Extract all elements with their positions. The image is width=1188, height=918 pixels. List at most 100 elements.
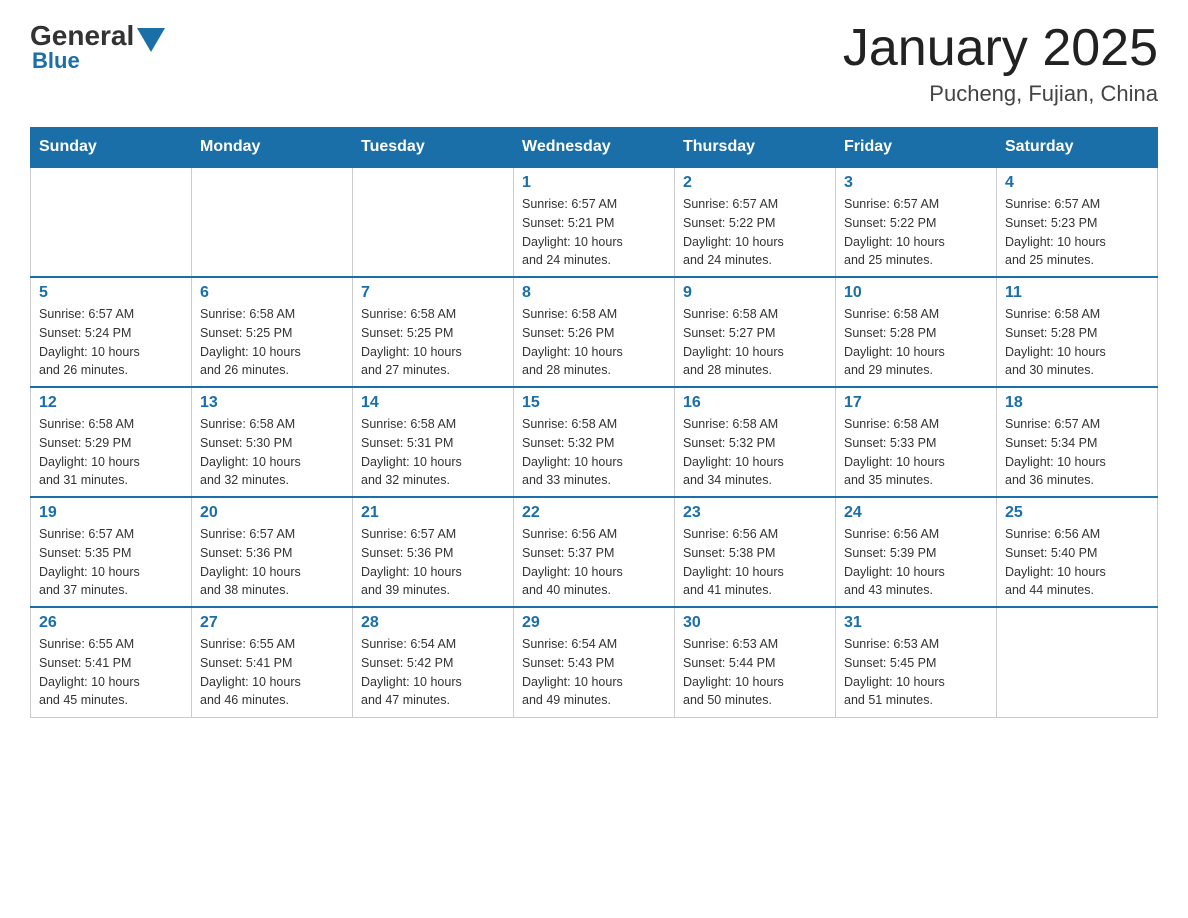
day-number: 7 <box>361 284 505 302</box>
day-info: Sunrise: 6:57 AMSunset: 5:21 PMDaylight:… <box>522 195 666 270</box>
week-row-5: 26 Sunrise: 6:55 AMSunset: 5:41 PMDayligh… <box>31 607 1158 717</box>
day-number: 8 <box>522 284 666 302</box>
day-number: 5 <box>39 284 183 302</box>
day-cell: 18Sunrise: 6:57 AMSunset: 5:34 PMDayligh… <box>997 387 1158 497</box>
day-info: Sunrise: 6:58 AMSunset: 5:25 PMDaylight:… <box>361 305 505 380</box>
logo: General Blue <box>30 20 165 74</box>
day-cell <box>997 607 1158 717</box>
day-info: Sunrise: 6:57 AMSunset: 5:34 PMDaylight:… <box>1005 415 1149 490</box>
day-info: Sunrise: 6:57 AMSunset: 5:22 PMDaylight:… <box>683 195 827 270</box>
day-info: Sunrise: 6:58 AMSunset: 5:32 PMDaylight:… <box>522 415 666 490</box>
day-cell: 17 Sunrise: 6:58 AMSunset: 5:33 PMDayligh… <box>836 387 997 497</box>
day-info: Sunrise: 6:58 AMSunset: 5:32 PMDaylight:… <box>683 415 827 490</box>
day-cell: 15 Sunrise: 6:58 AMSunset: 5:32 PMDayligh… <box>514 387 675 497</box>
logo-text-blue: Blue <box>32 48 165 74</box>
day-number: 11 <box>1005 284 1149 302</box>
day-info: Sunrise: 6:57 AMSunset: 5:23 PMDaylight:… <box>1005 195 1149 270</box>
day-number: 27 <box>200 614 344 632</box>
day-number: 24 <box>844 504 988 522</box>
day-info: Sunrise: 6:58 AMSunset: 5:33 PMDaylight:… <box>844 415 988 490</box>
day-cell: 11 Sunrise: 6:58 AMSunset: 5:28 PMDayligh… <box>997 277 1158 387</box>
week-row-4: 19 Sunrise: 6:57 AMSunset: 5:35 PMDayligh… <box>31 497 1158 607</box>
day-cell <box>192 167 353 277</box>
day-number: 6 <box>200 284 344 302</box>
week-row-2: 5Sunrise: 6:57 AMSunset: 5:24 PMDaylight… <box>31 277 1158 387</box>
day-cell: 28 Sunrise: 6:54 AMSunset: 5:42 PMDayligh… <box>353 607 514 717</box>
day-cell: 26 Sunrise: 6:55 AMSunset: 5:41 PMDayligh… <box>31 607 192 717</box>
day-number: 4 <box>1005 174 1149 192</box>
header-cell-friday: Friday <box>836 128 997 168</box>
day-cell: 30Sunrise: 6:53 AMSunset: 5:44 PMDayligh… <box>675 607 836 717</box>
day-cell <box>353 167 514 277</box>
day-info: Sunrise: 6:56 AMSunset: 5:39 PMDaylight:… <box>844 525 988 600</box>
day-info: Sunrise: 6:57 AMSunset: 5:35 PMDaylight:… <box>39 525 183 600</box>
day-info: Sunrise: 6:58 AMSunset: 5:28 PMDaylight:… <box>1005 305 1149 380</box>
day-cell: 16 Sunrise: 6:58 AMSunset: 5:32 PMDayligh… <box>675 387 836 497</box>
day-info: Sunrise: 6:58 AMSunset: 5:29 PMDaylight:… <box>39 415 183 490</box>
day-info: Sunrise: 6:54 AMSunset: 5:42 PMDaylight:… <box>361 635 505 710</box>
day-number: 10 <box>844 284 988 302</box>
day-number: 19 <box>39 504 183 522</box>
day-number: 14 <box>361 394 505 412</box>
day-info: Sunrise: 6:53 AMSunset: 5:44 PMDaylight:… <box>683 635 827 710</box>
week-row-3: 12 Sunrise: 6:58 AMSunset: 5:29 PMDayligh… <box>31 387 1158 497</box>
header-cell-monday: Monday <box>192 128 353 168</box>
day-cell: 6 Sunrise: 6:58 AMSunset: 5:25 PMDaylight… <box>192 277 353 387</box>
day-cell: 21 Sunrise: 6:57 AMSunset: 5:36 PMDayligh… <box>353 497 514 607</box>
day-info: Sunrise: 6:58 AMSunset: 5:28 PMDaylight:… <box>844 305 988 380</box>
day-number: 23 <box>683 504 827 522</box>
day-cell: 22 Sunrise: 6:56 AMSunset: 5:37 PMDayligh… <box>514 497 675 607</box>
header-cell-sunday: Sunday <box>31 128 192 168</box>
day-cell: 12 Sunrise: 6:58 AMSunset: 5:29 PMDayligh… <box>31 387 192 497</box>
day-info: Sunrise: 6:58 AMSunset: 5:31 PMDaylight:… <box>361 415 505 490</box>
day-info: Sunrise: 6:53 AMSunset: 5:45 PMDaylight:… <box>844 635 988 710</box>
day-cell: 8 Sunrise: 6:58 AMSunset: 5:26 PMDaylight… <box>514 277 675 387</box>
day-cell: 3Sunrise: 6:57 AMSunset: 5:22 PMDaylight… <box>836 167 997 277</box>
day-info: Sunrise: 6:56 AMSunset: 5:37 PMDaylight:… <box>522 525 666 600</box>
calendar-table: SundayMondayTuesdayWednesdayThursdayFrid… <box>30 127 1158 718</box>
day-info: Sunrise: 6:57 AMSunset: 5:22 PMDaylight:… <box>844 195 988 270</box>
header-cell-thursday: Thursday <box>675 128 836 168</box>
day-cell: 1 Sunrise: 6:57 AMSunset: 5:21 PMDaylight… <box>514 167 675 277</box>
day-info: Sunrise: 6:56 AMSunset: 5:40 PMDaylight:… <box>1005 525 1149 600</box>
calendar-title: January 2025 <box>843 20 1158 77</box>
day-cell: 2 Sunrise: 6:57 AMSunset: 5:22 PMDaylight… <box>675 167 836 277</box>
calendar-header-row: SundayMondayTuesdayWednesdayThursdayFrid… <box>31 128 1158 168</box>
day-number: 28 <box>361 614 505 632</box>
day-info: Sunrise: 6:55 AMSunset: 5:41 PMDaylight:… <box>39 635 183 710</box>
day-info: Sunrise: 6:58 AMSunset: 5:26 PMDaylight:… <box>522 305 666 380</box>
day-number: 17 <box>844 394 988 412</box>
day-number: 22 <box>522 504 666 522</box>
day-cell: 29Sunrise: 6:54 AMSunset: 5:43 PMDayligh… <box>514 607 675 717</box>
header-cell-saturday: Saturday <box>997 128 1158 168</box>
day-cell: 9Sunrise: 6:58 AMSunset: 5:27 PMDaylight… <box>675 277 836 387</box>
day-number: 2 <box>683 174 827 192</box>
day-number: 13 <box>200 394 344 412</box>
day-cell: 4 Sunrise: 6:57 AMSunset: 5:23 PMDaylight… <box>997 167 1158 277</box>
day-cell: 24 Sunrise: 6:56 AMSunset: 5:39 PMDayligh… <box>836 497 997 607</box>
day-number: 31 <box>844 614 988 632</box>
header-cell-wednesday: Wednesday <box>514 128 675 168</box>
day-number: 26 <box>39 614 183 632</box>
title-block: January 2025 Pucheng, Fujian, China <box>843 20 1158 107</box>
day-number: 16 <box>683 394 827 412</box>
page-header: General Blue January 2025 Pucheng, Fujia… <box>30 20 1158 107</box>
day-info: Sunrise: 6:58 AMSunset: 5:27 PMDaylight:… <box>683 305 827 380</box>
day-cell: 7 Sunrise: 6:58 AMSunset: 5:25 PMDaylight… <box>353 277 514 387</box>
day-number: 21 <box>361 504 505 522</box>
day-number: 12 <box>39 394 183 412</box>
day-cell: 31 Sunrise: 6:53 AMSunset: 5:45 PMDayligh… <box>836 607 997 717</box>
day-info: Sunrise: 6:57 AMSunset: 5:36 PMDaylight:… <box>361 525 505 600</box>
day-number: 1 <box>522 174 666 192</box>
day-info: Sunrise: 6:57 AMSunset: 5:36 PMDaylight:… <box>200 525 344 600</box>
day-cell: 19 Sunrise: 6:57 AMSunset: 5:35 PMDayligh… <box>31 497 192 607</box>
day-info: Sunrise: 6:58 AMSunset: 5:30 PMDaylight:… <box>200 415 344 490</box>
header-cell-tuesday: Tuesday <box>353 128 514 168</box>
calendar-subtitle: Pucheng, Fujian, China <box>843 81 1158 107</box>
day-info: Sunrise: 6:58 AMSunset: 5:25 PMDaylight:… <box>200 305 344 380</box>
day-number: 15 <box>522 394 666 412</box>
day-cell: 10 Sunrise: 6:58 AMSunset: 5:28 PMDayligh… <box>836 277 997 387</box>
day-cell: 25 Sunrise: 6:56 AMSunset: 5:40 PMDayligh… <box>997 497 1158 607</box>
day-number: 25 <box>1005 504 1149 522</box>
day-cell: 5Sunrise: 6:57 AMSunset: 5:24 PMDaylight… <box>31 277 192 387</box>
